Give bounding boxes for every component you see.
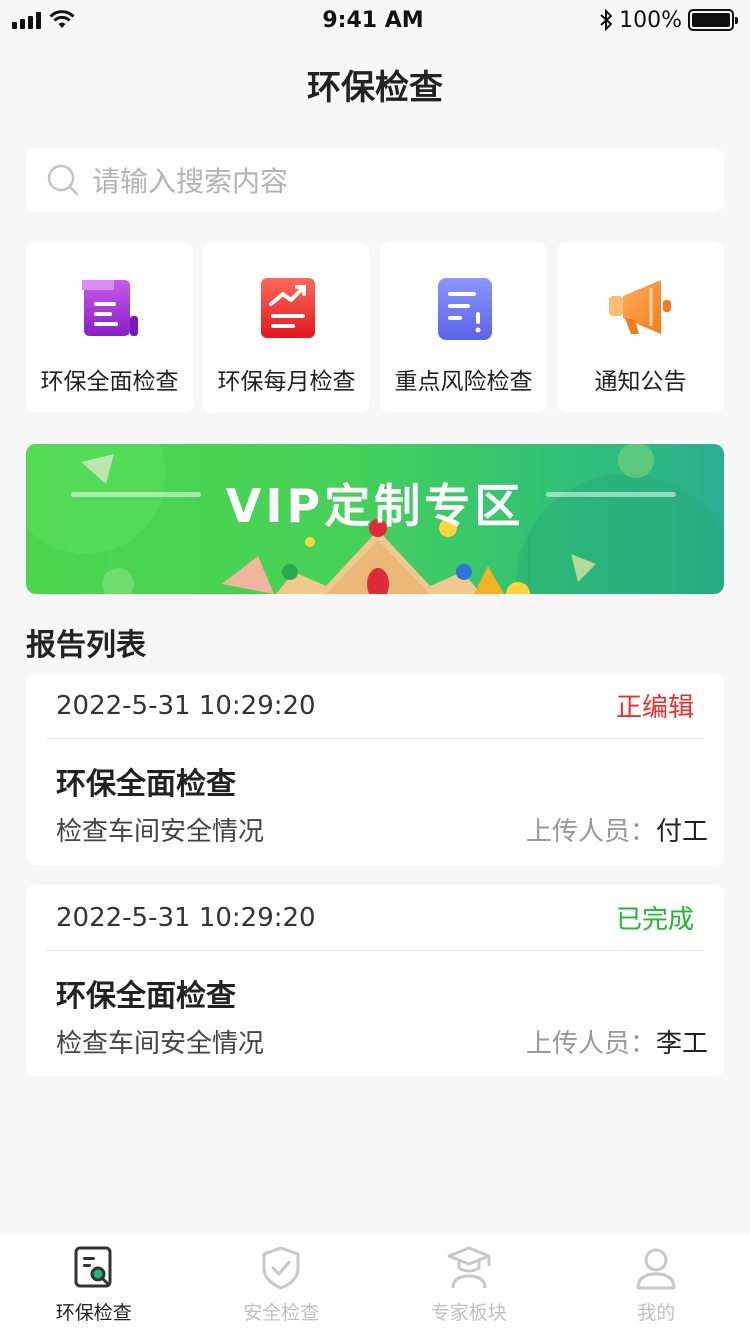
tab-mine[interactable]: 我的 <box>571 1244 741 1325</box>
card-header: 2022-5-31 10:29:20 正编辑 <box>46 673 704 739</box>
report-date: 2022-5-31 10:29:20 <box>56 690 316 721</box>
grid-item-comprehensive-check[interactable]: 环保全面检查 <box>26 242 193 413</box>
status-left <box>12 10 212 30</box>
grid-item-notice[interactable]: 通知公告 <box>557 242 724 413</box>
card-header: 2022-5-31 10:29:20 已完成 <box>46 885 704 951</box>
uploader-name: 付工 <box>655 817 708 847</box>
search-placeholder: 请输入搜索内容 <box>92 165 289 198</box>
grid-item-risk-check[interactable]: 重点风险检查 <box>380 242 547 413</box>
banner-title: VIP定制专区 <box>225 479 525 533</box>
risk-list-icon <box>437 278 492 340</box>
search-input[interactable]: 请输入搜索内容 <box>26 148 724 212</box>
quick-access-grid: 环保全面检查 环保每月检查 重点风险检查 通知公告 <box>26 242 724 413</box>
section-title: 报告列表 <box>26 628 146 663</box>
report-date: 2022-5-31 10:29:20 <box>56 902 316 933</box>
tab-bar: 环保检查 安全检查 专家板块 我的 <box>0 1234 750 1334</box>
tab-env-check[interactable]: 环保检查 <box>9 1244 179 1325</box>
status-right: 100% <box>534 7 738 33</box>
tab-label: 安全检查 <box>243 1302 320 1324</box>
tab-label: 环保检查 <box>55 1302 132 1324</box>
tab-label: 我的 <box>637 1302 676 1324</box>
battery-percent: 100% <box>619 7 682 33</box>
bluetooth-icon <box>600 9 613 31</box>
signal-icon <box>12 11 41 29</box>
report-title: 环保全面检查 <box>56 767 236 802</box>
wifi-icon <box>49 10 75 28</box>
megaphone-icon <box>608 280 671 334</box>
grid-item-label: 环保全面检查 <box>40 369 179 395</box>
uploader-name: 李工 <box>655 1029 708 1059</box>
search-icon <box>47 164 79 196</box>
grid-item-label: 通知公告 <box>594 369 687 395</box>
shield-check-icon <box>262 1246 300 1290</box>
report-card[interactable]: 2022-5-31 10:29:20 正编辑 环保全面检查 检查车间安全情况 上… <box>26 673 724 865</box>
uploader-label: 上传人员： <box>525 1029 656 1059</box>
vip-banner[interactable]: VIP定制专区 <box>26 444 724 594</box>
uploader-label: 上传人员： <box>525 817 656 847</box>
report-title: 环保全面检查 <box>56 979 236 1014</box>
tab-label: 专家板块 <box>430 1302 507 1324</box>
page-title: 环保检查 <box>307 68 443 108</box>
report-description: 检查车间安全情况 <box>56 817 265 847</box>
report-status: 已完成 <box>615 905 694 935</box>
grid-item-monthly-check[interactable]: 环保每月检查 <box>203 242 370 413</box>
report-uploader: 上传人员：李工 <box>526 1023 708 1060</box>
document-icon <box>81 280 138 336</box>
report-card[interactable]: 2022-5-31 10:29:20 已完成 环保全面检查 检查车间安全情况 上… <box>26 885 724 1077</box>
battery-icon <box>688 9 738 31</box>
report-status: 正编辑 <box>615 693 694 723</box>
grid-item-label: 环保每月检查 <box>217 369 356 395</box>
report-uploader: 上传人员：付工 <box>526 811 708 848</box>
user-icon <box>636 1248 676 1290</box>
trend-chart-icon <box>260 278 315 338</box>
grid-item-label: 重点风险检查 <box>394 369 533 395</box>
env-check-icon <box>74 1246 112 1288</box>
status-time: 9:41 AM <box>322 7 424 33</box>
expert-icon <box>447 1246 491 1289</box>
status-bar: 9:41 AM 100% <box>0 0 750 40</box>
tab-expert[interactable]: 专家板块 <box>384 1244 554 1325</box>
report-description: 检查车间安全情况 <box>56 1029 265 1059</box>
tab-safety-check[interactable]: 安全检查 <box>196 1244 366 1325</box>
